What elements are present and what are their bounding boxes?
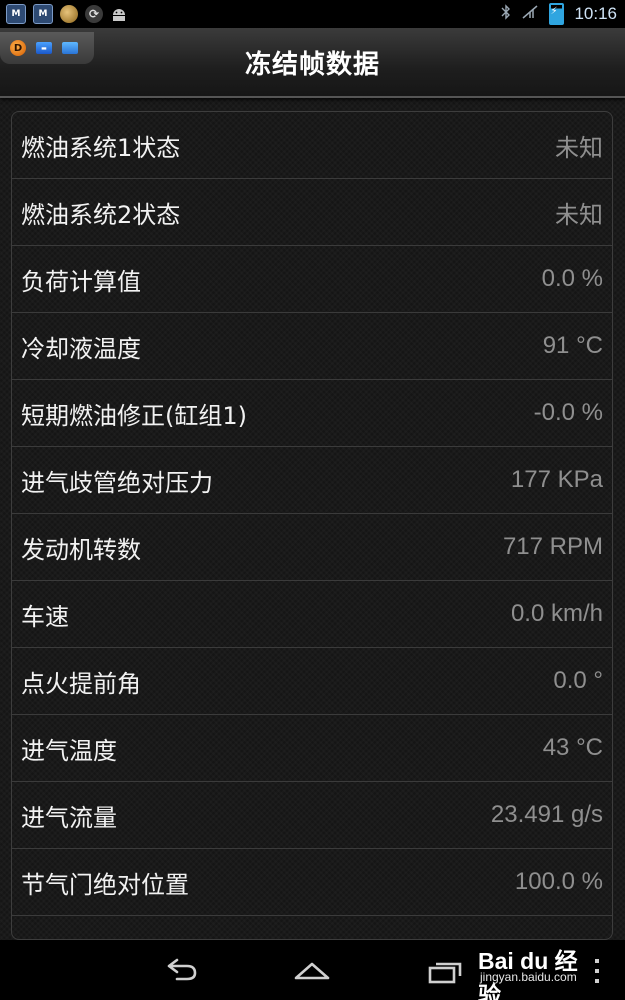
row-label: 点火提前角 xyxy=(21,669,141,698)
list-item-partial[interactable] xyxy=(12,916,612,939)
row-label: 进气歧管绝对压力 xyxy=(21,468,213,497)
list-item[interactable]: 进气流量 23.491 g/s xyxy=(12,782,612,849)
row-value: 177 KPa xyxy=(510,466,603,493)
m-app-icon: M xyxy=(6,4,26,24)
row-label: 负荷计算值 xyxy=(21,267,141,296)
m-app-icon-2: M xyxy=(33,4,53,24)
row-label: 短期燃油修正(缸组1) xyxy=(21,401,247,430)
row-value: 0.0 ° xyxy=(553,667,603,694)
system-icons: 10:16 xyxy=(501,3,625,25)
list-item[interactable]: 发动机转数 717 RPM xyxy=(12,514,612,581)
row-value: 100.0 % xyxy=(514,868,603,895)
recent-apps-icon xyxy=(428,962,462,984)
status-bar: M M ⟳ 10:16 xyxy=(0,0,625,28)
clock: 10:16 xyxy=(574,4,617,23)
overflow-menu-button[interactable] xyxy=(592,958,602,984)
screen: M M ⟳ 10:16 D ▬ 冻结帧数据 xyxy=(0,0,625,1000)
list-item[interactable]: 车速 0.0 km/h xyxy=(12,581,612,648)
signal-off-icon xyxy=(521,4,539,24)
sync-icon: ⟳ xyxy=(85,5,103,23)
battery-charging-icon xyxy=(549,3,565,25)
back-button[interactable] xyxy=(157,952,201,988)
home-icon xyxy=(294,962,330,980)
watermark-url: jingyan.baidu.com xyxy=(480,970,577,984)
coin-icon xyxy=(60,5,78,23)
row-value: 91 °C xyxy=(542,332,603,359)
list-item[interactable]: 进气歧管绝对压力 177 KPa xyxy=(12,447,612,514)
row-value: 0.0 % xyxy=(541,265,603,292)
app-header: D ▬ 冻结帧数据 xyxy=(0,28,625,98)
overflow-menu-icon xyxy=(595,959,599,983)
row-value: 未知 xyxy=(555,134,603,162)
row-value: 0.0 km/h xyxy=(510,600,603,627)
baidu-watermark: Bai du 经验 jingyan.baidu.com xyxy=(478,942,593,1000)
list-item[interactable]: 短期燃油修正(缸组1) -0.0 % xyxy=(12,380,612,447)
list-item[interactable]: 冷却液温度 91 °C xyxy=(12,313,612,380)
row-label: 节气门绝对位置 xyxy=(21,870,189,899)
row-label: 进气温度 xyxy=(21,736,117,765)
list-item[interactable]: 点火提前角 0.0 ° xyxy=(12,648,612,715)
list-item[interactable]: 进气温度 43 °C xyxy=(12,715,612,782)
recent-apps-button[interactable] xyxy=(424,952,468,988)
row-value: 43 °C xyxy=(542,734,603,761)
row-value: -0.0 % xyxy=(533,399,603,426)
android-icon xyxy=(110,5,128,23)
row-label: 发动机转数 xyxy=(21,535,141,564)
row-value: 未知 xyxy=(555,201,603,229)
row-label: 燃油系统2状态 xyxy=(21,200,181,229)
home-button[interactable] xyxy=(290,952,334,988)
row-label: 燃油系统1状态 xyxy=(21,133,181,162)
list-item[interactable]: 节气门绝对位置 100.0 % xyxy=(12,849,612,916)
row-label: 进气流量 xyxy=(21,803,117,832)
row-value: 23.491 g/s xyxy=(490,801,603,828)
notification-icons: M M ⟳ xyxy=(0,4,128,24)
bluetooth-icon xyxy=(501,4,511,24)
list-item[interactable]: 负荷计算值 0.0 % xyxy=(12,246,612,313)
list-item[interactable]: 燃油系统1状态 未知 xyxy=(12,112,612,179)
list-item[interactable]: 燃油系统2状态 未知 xyxy=(12,179,612,246)
freeze-frame-list[interactable]: 燃油系统1状态 未知 燃油系统2状态 未知 负荷计算值 0.0 % 冷却液温度 … xyxy=(11,111,613,940)
page-title: 冻结帧数据 xyxy=(244,49,380,80)
back-icon xyxy=(167,958,197,981)
row-label: 车速 xyxy=(21,602,69,631)
row-label: 冷却液温度 xyxy=(21,334,141,363)
row-value: 717 RPM xyxy=(502,533,603,560)
